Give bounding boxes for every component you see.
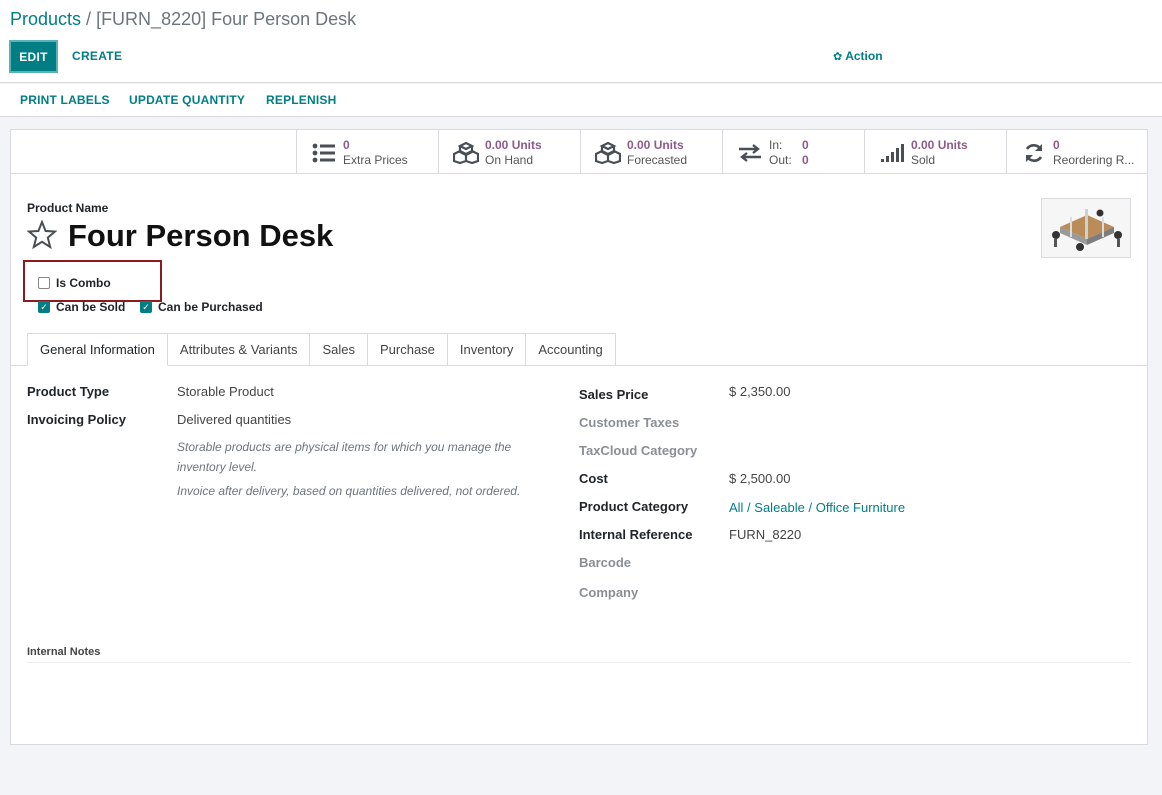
sales-price-field[interactable]: $ 2,350.00: [729, 384, 790, 399]
list-icon: [311, 141, 337, 165]
product-category-label: Product Category: [579, 499, 689, 514]
company-label: Company: [579, 585, 639, 600]
check-icon[interactable]: ✓: [38, 301, 50, 313]
replenish-button[interactable]: REPLENISH: [266, 93, 336, 107]
customer-taxes-label: Customer Taxes: [579, 415, 680, 430]
update-quantity-button[interactable]: UPDATE QUANTITY: [129, 93, 245, 107]
reordering-rules-smart-button[interactable]: 0 Reordering R...: [1006, 130, 1148, 174]
print-labels-button[interactable]: PRINT LABELS: [20, 93, 110, 107]
breadcrumb: Products / [FURN_8220] Four Person Desk: [10, 9, 356, 30]
reordering-value: 0: [1053, 138, 1060, 152]
extra-prices-label: Extra Prices: [343, 153, 408, 167]
action-menu-button[interactable]: ✿ Action: [833, 49, 883, 63]
create-button[interactable]: CREATE: [72, 49, 122, 63]
internal-reference-field[interactable]: FURN_8220: [729, 527, 801, 542]
is-combo-label: Is Combo: [56, 276, 111, 290]
in-out-smart-button[interactable]: In: 0 Out: 0: [722, 130, 864, 174]
edit-button[interactable]: EDIT: [9, 40, 58, 73]
invoice-help-text: Invoice after delivery, based on quantit…: [177, 484, 521, 498]
product-type-label: Product Type: [27, 384, 110, 399]
invoicing-policy-field[interactable]: Delivered quantities: [177, 412, 291, 427]
gear-icon: ✿: [833, 51, 843, 63]
cubes-icon: [453, 141, 479, 165]
sold-label: Sold: [911, 153, 936, 167]
control-panel: Products / [FURN_8220] Four Person Desk …: [0, 0, 1162, 83]
tab-inventory[interactable]: Inventory: [447, 333, 527, 366]
product-image[interactable]: [1041, 198, 1131, 258]
on-hand-value: 0.00 Units: [485, 138, 542, 152]
signal-icon: [879, 141, 905, 165]
is-combo-checkbox[interactable]: Is Combo: [38, 276, 111, 290]
status-bar: PRINT LABELS UPDATE QUANTITY REPLENISH: [0, 84, 1162, 117]
product-name-title[interactable]: Four Person Desk: [68, 218, 333, 254]
tab-purchase[interactable]: Purchase: [367, 333, 448, 366]
extra-prices-smart-button[interactable]: 0 Extra Prices: [296, 130, 438, 174]
notebook-tabs: General Information Attributes & Variant…: [27, 333, 616, 366]
refresh-icon: [1021, 141, 1047, 165]
star-icon[interactable]: [26, 219, 58, 250]
taxcloud-category-label: TaxCloud Category: [579, 443, 698, 458]
forecasted-value: 0.00 Units: [627, 138, 684, 152]
cost-field[interactable]: $ 2,500.00: [729, 471, 790, 486]
extra-prices-value: 0: [343, 138, 350, 152]
in-out-values: In: 0 Out: 0: [769, 138, 809, 168]
forecasted-smart-button[interactable]: 0.00 Units Forecasted: [580, 130, 722, 174]
invoicing-policy-label: Invoicing Policy: [27, 412, 126, 427]
breadcrumb-products-link[interactable]: Products: [10, 9, 81, 29]
sold-smart-button[interactable]: 0.00 Units Sold: [864, 130, 1006, 174]
check-icon[interactable]: ✓: [140, 301, 152, 313]
tab-accounting[interactable]: Accounting: [526, 333, 616, 366]
barcode-label: Barcode: [579, 555, 632, 570]
internal-notes-label: Internal Notes: [27, 646, 101, 658]
on-hand-label: On Hand: [485, 153, 534, 167]
breadcrumb-current: [FURN_8220] Four Person Desk: [96, 9, 357, 29]
can-be-purchased-checkbox[interactable]: ✓ Can be Purchased: [140, 300, 263, 314]
tab-general-information[interactable]: General Information: [27, 333, 168, 366]
action-label: Action: [845, 49, 883, 63]
sold-value: 0.00 Units: [911, 138, 968, 152]
can-be-sold-label: Can be Sold: [56, 300, 126, 314]
storable-help-text: Storable products are physical items for…: [177, 440, 512, 474]
out-label: Out:: [769, 153, 792, 167]
product-category-link[interactable]: All / Saleable / Office Furniture: [729, 500, 905, 515]
exchange-icon: [737, 141, 763, 165]
forecasted-label: Forecasted: [627, 153, 688, 167]
breadcrumb-separator: /: [81, 9, 97, 29]
tab-attributes-variants[interactable]: Attributes & Variants: [167, 333, 311, 366]
reordering-label: Reordering R...: [1053, 153, 1135, 167]
is-combo-box[interactable]: [38, 277, 50, 289]
product-name-label: Product Name: [27, 201, 109, 215]
internal-notes-field[interactable]: [27, 662, 1131, 663]
internal-reference-label: Internal Reference: [579, 527, 693, 542]
in-value: 0: [802, 138, 809, 152]
can-be-sold-checkbox[interactable]: ✓ Can be Sold: [38, 300, 125, 314]
product-type-field[interactable]: Storable Product: [177, 384, 274, 399]
cubes-icon: [595, 141, 621, 165]
out-value: 0: [802, 153, 809, 167]
cost-label: Cost: [579, 471, 608, 486]
on-hand-smart-button[interactable]: 0.00 Units On Hand: [438, 130, 580, 174]
can-be-purchased-label: Can be Purchased: [158, 300, 263, 314]
sales-price-label: Sales Price: [579, 387, 649, 402]
in-label: In:: [769, 138, 783, 152]
smart-buttons-row: 0 Extra Prices 0.00 Units On Hand 0.00 U…: [11, 130, 1147, 174]
tab-sales[interactable]: Sales: [310, 333, 368, 366]
form-sheet: 0 Extra Prices 0.00 Units On Hand 0.00 U…: [10, 129, 1148, 745]
